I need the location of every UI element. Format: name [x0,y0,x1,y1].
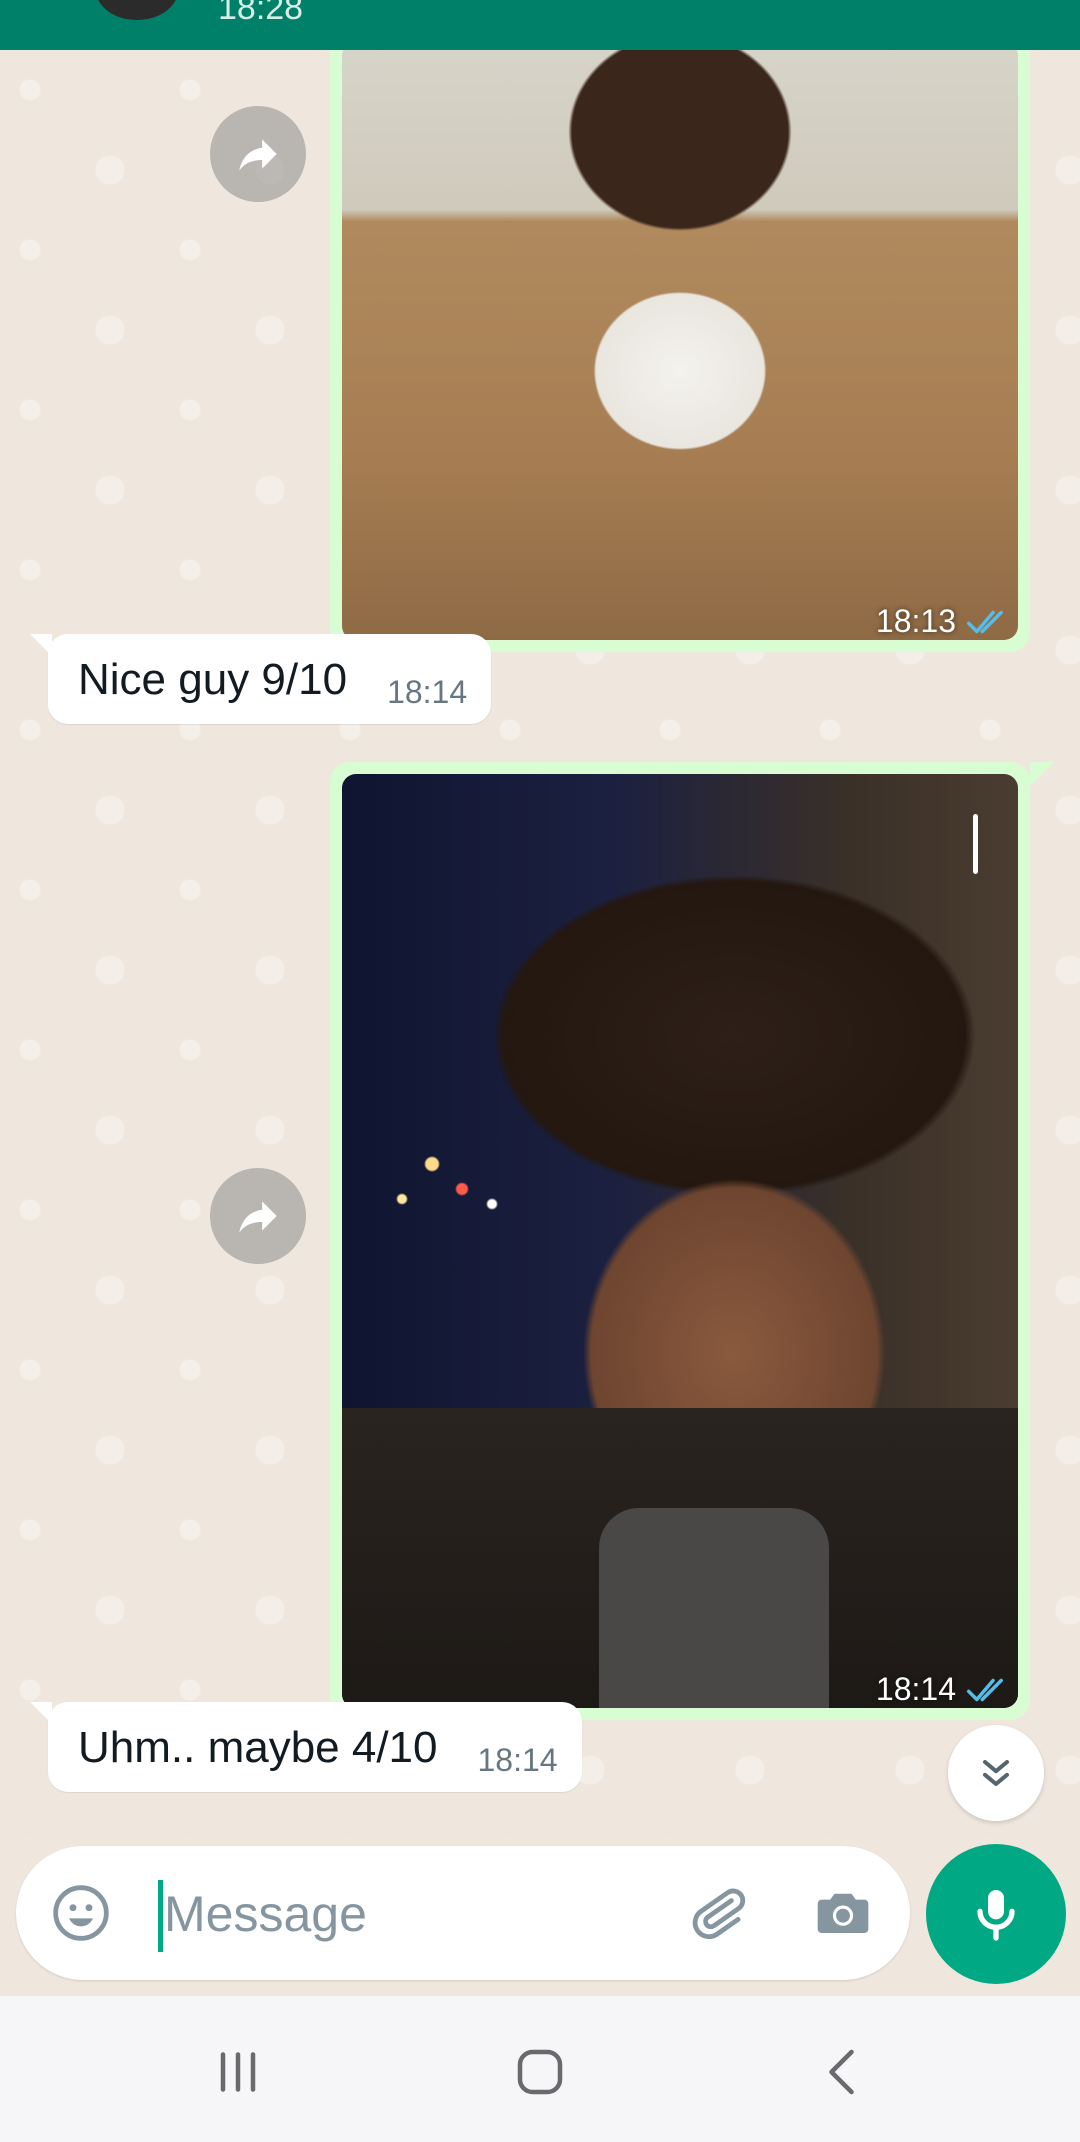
message-incoming-1[interactable]: Nice guy 9/10 18:14 [29,634,492,724]
message-text: Nice guy 9/10 [78,655,348,704]
photo-image[interactable] [342,50,1018,640]
last-seen-time: 18:28 [218,0,304,27]
camera-button[interactable] [806,1876,880,1950]
bubble-tail [1030,762,1054,786]
chat-area[interactable]: 18:13 Nice guy 9/10 18:14 18:14 Uhm.. ma… [0,50,1080,1840]
camera-icon [817,1893,869,1933]
home-icon [517,2049,563,2095]
emoji-button[interactable] [44,1876,118,1950]
back-button[interactable] [804,2032,884,2112]
message-meta: 18:14 [876,1671,1012,1708]
message-incoming-2[interactable]: Uhm.. maybe 4/10 18:14 [30,1702,582,1792]
home-button[interactable] [500,2032,580,2112]
photo-highlight [973,814,978,874]
scroll-to-bottom-button[interactable] [948,1725,1044,1821]
message-input[interactable] [164,1868,644,1960]
message-composer [16,1846,910,1980]
back-icon [829,2049,854,2095]
message-text: Uhm.. maybe 4/10 [78,1723,438,1772]
forward-button[interactable] [210,106,306,202]
attach-button[interactable] [680,1876,754,1950]
message-time: 18:14 [387,674,468,710]
voice-message-button[interactable] [926,1844,1066,1984]
recents-icon [220,2052,256,2092]
text-cursor [158,1880,163,1952]
forward-icon [239,1201,277,1233]
forward-icon [239,139,277,171]
emoji-icon [53,1885,109,1941]
mic-icon [977,1890,1015,1941]
double-check-icon [966,610,1003,633]
message-photo-2[interactable]: 18:14 [330,762,1030,1720]
message-photo-1[interactable]: 18:13 [330,50,1030,652]
photo-street-lights [362,1144,542,1224]
paperclip-icon [692,1888,746,1940]
message-meta: 18:13 [876,603,1012,640]
contact-avatar[interactable] [96,0,178,20]
forward-button[interactable] [210,1168,306,1264]
double-chevron-down-icon [982,1759,1010,1787]
chat-header: 18:28 [0,0,1080,50]
message-time: 18:14 [875,1671,956,1707]
system-navigation-bar [0,1996,1080,2142]
message-time: 18:14 [477,1742,558,1778]
double-check-icon [966,1678,1003,1701]
recents-button[interactable] [198,2032,278,2112]
photo-image[interactable] [342,774,1018,1708]
message-time: 18:13 [875,603,956,639]
photo-shirt [598,1508,829,1708]
